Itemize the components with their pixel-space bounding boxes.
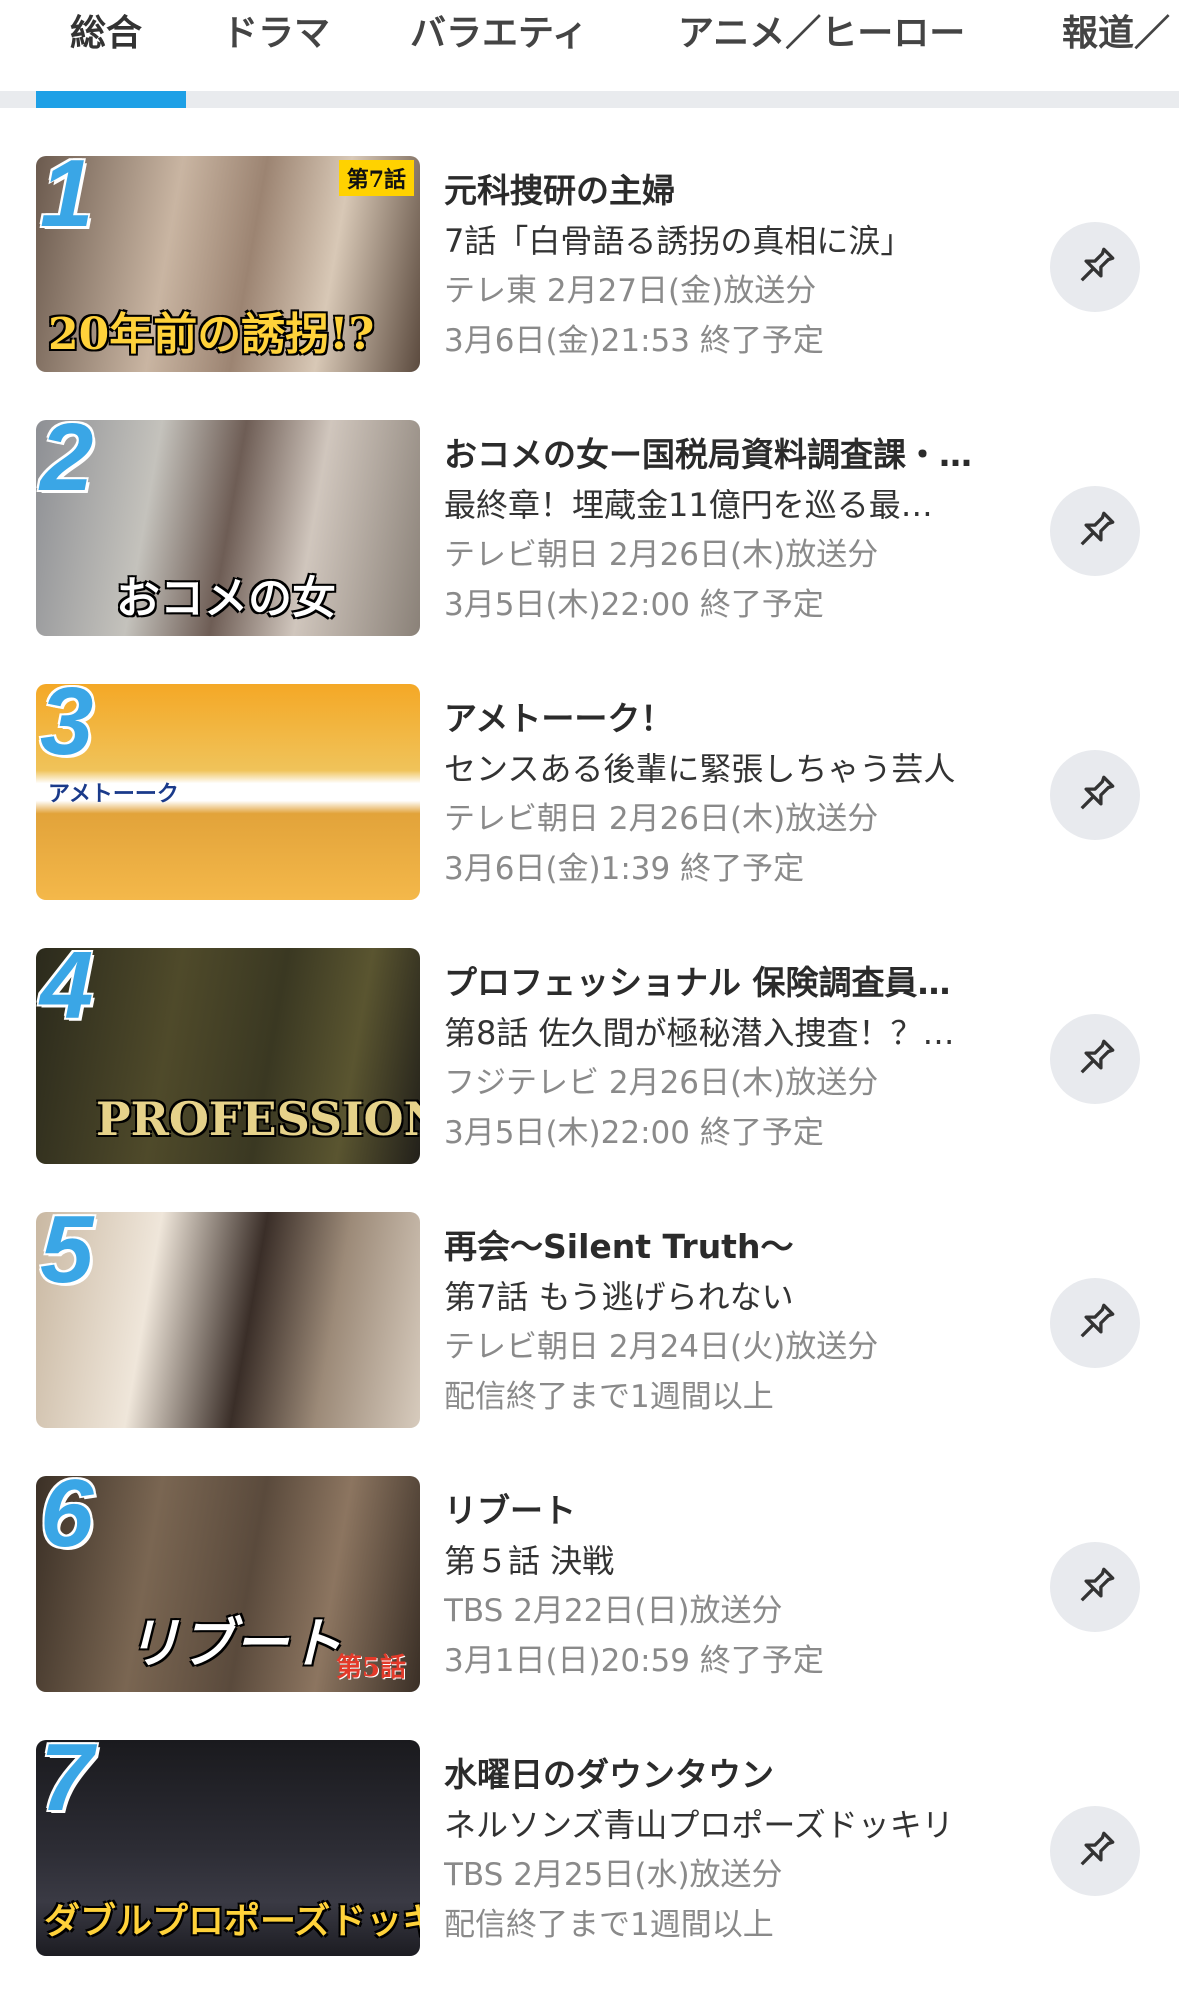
pin-button[interactable]	[1050, 1806, 1140, 1896]
episode-title: 7話「白骨語る誘拐の真相に涙」	[444, 222, 913, 260]
active-tab-indicator	[36, 91, 186, 108]
broadcast-info: TBS 2月22日(日)放送分	[444, 1593, 783, 1629]
program-title: 再会～Silent Truth～	[444, 1227, 794, 1266]
item-info: 元科捜研の主婦 7話「白骨語る誘拐の真相に涙」 テレ東 2月27日(金)放送分 …	[444, 166, 1028, 366]
ranking-item-1[interactable]: 第7話 20年前の誘拐!? 1 元科捜研の主婦 7話「白骨語る誘拐の真相に涙」 …	[0, 146, 1179, 420]
program-title: おコメの女ー国税局資料調査課・…	[444, 435, 972, 474]
rank-number: 5	[40, 1196, 94, 1303]
thumbnail-caption: 20年前の誘拐!?	[48, 309, 375, 360]
item-info: 再会～Silent Truth～ 第7話 もう逃げられない テレビ朝日 2月24…	[444, 1222, 1028, 1422]
expiry-info: 3月5日(木)22:00 終了予定	[444, 587, 824, 623]
tab-overall[interactable]: 総合	[70, 14, 142, 54]
pin-button[interactable]	[1050, 750, 1140, 840]
expiry-info: 3月6日(金)21:53 終了予定	[444, 323, 824, 359]
tab-news[interactable]: 報道／	[1062, 14, 1170, 54]
rank-number: 1	[40, 140, 94, 247]
episode-title: 最終章！埋蔵金11億円を巡る最…	[444, 486, 933, 524]
pin-button[interactable]	[1050, 1542, 1140, 1632]
expiry-info: 3月6日(金)1:39 終了予定	[444, 851, 805, 887]
episode-badge: 第5話	[335, 1653, 406, 1683]
tab-list: 総合 ドラマ バラエティ アニメ／ヒーロー 報道／	[0, 0, 1179, 72]
thumbnail-caption: リブート	[126, 1611, 342, 1675]
expiry-info: 3月1日(日)20:59 終了予定	[444, 1643, 824, 1679]
thumbnail-caption: ダブルプロポーズドッキリ	[44, 1900, 420, 1942]
ranking-item-3[interactable]: アメトーーク 3 アメトーーク！ センスある後輩に緊張しちゃう芸人 テレビ朝日 …	[0, 674, 1179, 948]
thumbnail[interactable]: リブート 第5話	[36, 1476, 420, 1692]
item-info: おコメの女ー国税局資料調査課・… 最終章！埋蔵金11億円を巡る最… テレビ朝日 …	[444, 430, 1028, 630]
item-info: 水曜日のダウンタウン ネルソンズ青山プロポーズドッキリ TBS 2月25日(水)…	[444, 1750, 1028, 1950]
thumbnail[interactable]	[36, 1212, 420, 1428]
program-title: 元科捜研の主婦	[444, 171, 675, 210]
item-info: アメトーーク！ センスある後輩に緊張しちゃう芸人 テレビ朝日 2月26日(木)放…	[444, 694, 1028, 894]
episode-title: 第8話 佐久間が極秘潜入捜査！？…	[444, 1014, 955, 1052]
episode-title: 第7話 もう逃げられない	[444, 1278, 794, 1316]
episode-title: 第５話 決戦	[444, 1542, 615, 1580]
broadcast-info: TBS 2月25日(水)放送分	[444, 1857, 783, 1893]
thumbnail[interactable]: おコメの女	[36, 420, 420, 636]
pin-icon	[1080, 247, 1115, 282]
pin-button[interactable]	[1050, 1014, 1140, 1104]
pin-button[interactable]	[1050, 486, 1140, 576]
ranking-item-4[interactable]: PROFESSIONAL 4 プロフェッショナル 保険調査員… 第8話 佐久間が…	[0, 938, 1179, 1212]
ranking-item-6[interactable]: リブート 第5話 6 リブート 第５話 決戦 TBS 2月22日(日)放送分 3…	[0, 1466, 1179, 1740]
thumbnail-caption: PROFESSIONAL	[96, 1092, 420, 1146]
item-info: プロフェッショナル 保険調査員… 第8話 佐久間が極秘潜入捜査！？… フジテレビ…	[444, 958, 1028, 1158]
rank-number: 6	[40, 1460, 94, 1567]
thumbnail-caption: おコメの女	[116, 573, 336, 624]
thumbnail-caption: アメトーーク	[48, 781, 179, 806]
expiry-info: 配信終了まで1週間以上	[444, 1379, 774, 1415]
ranking-item-2[interactable]: おコメの女 2 おコメの女ー国税局資料調査課・… 最終章！埋蔵金11億円を巡る最…	[0, 410, 1179, 684]
pin-icon	[1080, 1831, 1115, 1866]
thumbnail[interactable]: PROFESSIONAL	[36, 948, 420, 1164]
rank-number: 7	[40, 1724, 94, 1831]
program-title: アメトーーク！	[444, 699, 674, 738]
broadcast-info: テレビ朝日 2月26日(木)放送分	[444, 537, 879, 573]
item-info: リブート 第５話 決戦 TBS 2月22日(日)放送分 3月1日(日)20:59…	[444, 1486, 1028, 1686]
thumbnail[interactable]: 第7話 20年前の誘拐!?	[36, 156, 420, 372]
pin-button[interactable]	[1050, 1278, 1140, 1368]
category-tab-bar: 総合 ドラマ バラエティ アニメ／ヒーロー 報道／	[0, 0, 1179, 108]
broadcast-info: テレ東 2月27日(金)放送分	[444, 273, 817, 309]
broadcast-info: フジテレビ 2月26日(木)放送分	[444, 1065, 879, 1101]
rank-number: 3	[40, 668, 94, 775]
tab-variety[interactable]: バラエティ	[410, 14, 588, 54]
pin-icon	[1080, 1303, 1115, 1338]
ranking-item-7[interactable]: ダブルプロポーズドッキリ 7 水曜日のダウンタウン ネルソンズ青山プロポーズドッ…	[0, 1730, 1179, 2004]
program-title: プロフェッショナル 保険調査員…	[444, 963, 951, 1002]
expiry-info: 3月5日(木)22:00 終了予定	[444, 1115, 824, 1151]
tab-anime-hero[interactable]: アニメ／ヒーロー	[678, 14, 965, 54]
expiry-info: 配信終了まで1週間以上	[444, 1907, 774, 1943]
program-title: 水曜日のダウンタウン	[444, 1755, 774, 1794]
ranking-item-5[interactable]: 5 再会～Silent Truth～ 第7話 もう逃げられない テレビ朝日 2月…	[0, 1202, 1179, 1476]
program-title: リブート	[444, 1491, 576, 1530]
broadcast-info: テレビ朝日 2月26日(木)放送分	[444, 801, 879, 837]
pin-icon	[1080, 511, 1115, 546]
thumbnail[interactable]: ダブルプロポーズドッキリ	[36, 1740, 420, 1956]
episode-title: ネルソンズ青山プロポーズドッキリ	[444, 1806, 954, 1844]
rank-number: 2	[40, 404, 94, 511]
episode-title: センスある後輩に緊張しちゃう芸人	[444, 750, 956, 788]
pin-icon	[1080, 1039, 1115, 1074]
pin-button[interactable]	[1050, 222, 1140, 312]
rank-number: 4	[40, 932, 94, 1039]
thumbnail[interactable]: アメトーーク	[36, 684, 420, 900]
broadcast-info: テレビ朝日 2月24日(火)放送分	[444, 1329, 879, 1365]
pin-icon	[1080, 1567, 1115, 1602]
pin-icon	[1080, 775, 1115, 810]
episode-badge: 第7話	[338, 160, 414, 196]
tab-drama[interactable]: ドラマ	[222, 14, 330, 54]
